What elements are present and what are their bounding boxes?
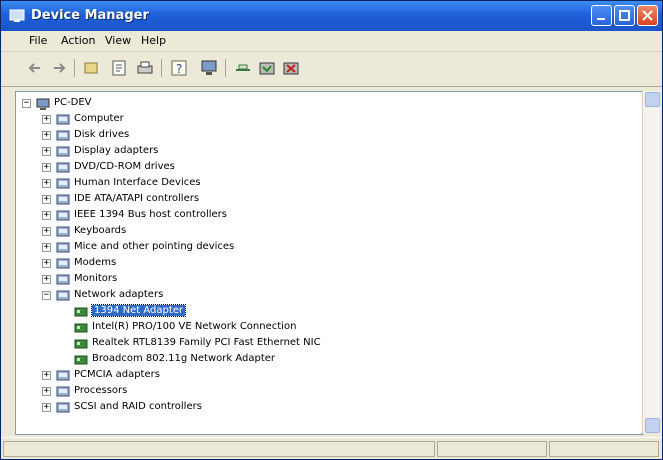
maximize-button[interactable] (614, 5, 635, 26)
expand-icon[interactable]: + (42, 147, 51, 156)
category-item-label: Processors (74, 385, 128, 396)
toolbar: ? (1, 52, 662, 87)
computer-icon (36, 98, 50, 110)
monitor-icon[interactable] (199, 58, 219, 78)
expand-icon[interactable]: + (42, 371, 51, 380)
expand-icon[interactable]: + (42, 195, 51, 204)
print-icon[interactable] (135, 58, 155, 78)
menu-help[interactable]: Help (141, 34, 166, 47)
category-item-label: IEEE 1394 Bus host controllers (74, 209, 227, 220)
svg-text:?: ? (176, 62, 182, 76)
scroll-up-arrow[interactable] (645, 92, 660, 107)
category-item-label: Network adapters (74, 289, 164, 300)
category-item-label: Human Interface Devices (74, 177, 201, 188)
expand-icon[interactable]: + (42, 131, 51, 140)
category-item-label: Keyboards (74, 225, 127, 236)
device-category-icon (56, 210, 70, 221)
vertical-scrollbar[interactable] (642, 91, 660, 433)
device-category-icon (56, 226, 70, 237)
expand-icon[interactable]: + (42, 387, 51, 396)
close-button[interactable] (637, 5, 658, 26)
device-item-label: Intel(R) PRO/100 VE Network Connection (92, 321, 297, 332)
category-item-label: PCMCIA adapters (74, 369, 160, 380)
toolbar-separator (161, 59, 162, 77)
device-manager-window: Device Manager File Action View Help ? −… (0, 0, 663, 460)
update-icon[interactable] (257, 58, 277, 78)
expand-icon[interactable]: + (42, 227, 51, 236)
category-item-label: SCSI and RAID controllers (74, 401, 202, 412)
expand-icon[interactable]: + (42, 163, 51, 172)
device-item-label: 1394 Net Adapter (90, 304, 187, 317)
menu-file[interactable]: File (29, 34, 47, 47)
category-item-label: Display adapters (74, 145, 159, 156)
status-bar (1, 437, 662, 459)
category-item-label: IDE ATA/ATAPI controllers (74, 193, 200, 204)
device-category-icon (56, 242, 70, 253)
category-item-label: Computer (74, 113, 124, 124)
category-item-label: Modems (74, 257, 117, 268)
toolbar-separator (225, 59, 226, 77)
expand-icon[interactable]: + (42, 259, 51, 268)
device-item-label: Realtek RTL8139 Family PCI Fast Ethernet… (92, 337, 321, 348)
menu-bar: File Action View Help (1, 31, 662, 52)
expand-icon[interactable]: + (42, 179, 51, 188)
menu-view[interactable]: View (105, 34, 131, 47)
device-category-icon (56, 114, 70, 125)
device-category-icon (56, 290, 70, 301)
scan-icon[interactable] (233, 58, 253, 78)
device-category-icon (56, 130, 70, 141)
device-category-icon (56, 402, 70, 413)
device-category-icon (56, 162, 70, 173)
device-category-icon (56, 146, 70, 157)
window-title: Device Manager (31, 8, 149, 23)
network-card-icon (74, 323, 88, 333)
category-item-label: Disk drives (74, 129, 130, 140)
status-pane-main (3, 441, 435, 457)
up-icon[interactable] (81, 58, 101, 78)
device-item-label: Broadcom 802.11g Network Adapter (92, 353, 276, 364)
network-card-icon (74, 355, 88, 365)
uninstall-icon[interactable] (281, 58, 301, 78)
collapse-icon[interactable]: − (22, 99, 31, 108)
device-category-icon (56, 178, 70, 189)
status-pane-secondary (437, 441, 547, 457)
category-item-label: Mice and other pointing devices (74, 241, 235, 252)
menu-action[interactable]: Action (61, 34, 95, 47)
device-manager-icon (9, 9, 25, 22)
device-category-icon (56, 258, 70, 269)
forward-icon[interactable] (49, 58, 69, 78)
expand-icon[interactable]: + (42, 115, 51, 124)
network-card-icon (74, 339, 88, 349)
device-tree[interactable]: − PC-DEV + Computer + Disk drives + Display a… (15, 91, 643, 435)
device-category-icon (56, 274, 70, 285)
device-category-icon (56, 194, 70, 205)
title-bar[interactable]: Device Manager (1, 1, 662, 31)
minimize-button[interactable] (591, 5, 612, 26)
device-category-icon (56, 386, 70, 397)
expand-icon[interactable]: + (42, 275, 51, 284)
expand-icon[interactable]: + (42, 211, 51, 220)
scroll-down-arrow[interactable] (645, 418, 660, 433)
device-category-icon (56, 370, 70, 381)
expand-icon[interactable]: + (42, 403, 51, 412)
properties-icon[interactable] (109, 58, 129, 78)
toolbar-separator (74, 59, 75, 77)
back-icon[interactable] (25, 58, 45, 78)
category-item-label: DVD/CD-ROM drives (74, 161, 175, 172)
tree-root-label: PC-DEV (54, 97, 92, 108)
network-card-icon (74, 307, 88, 317)
expand-icon[interactable]: + (42, 243, 51, 252)
category-item-label: Monitors (74, 273, 118, 284)
help-icon[interactable]: ? (169, 58, 189, 78)
collapse-icon[interactable]: − (42, 291, 51, 300)
status-pane-tertiary (549, 441, 659, 457)
